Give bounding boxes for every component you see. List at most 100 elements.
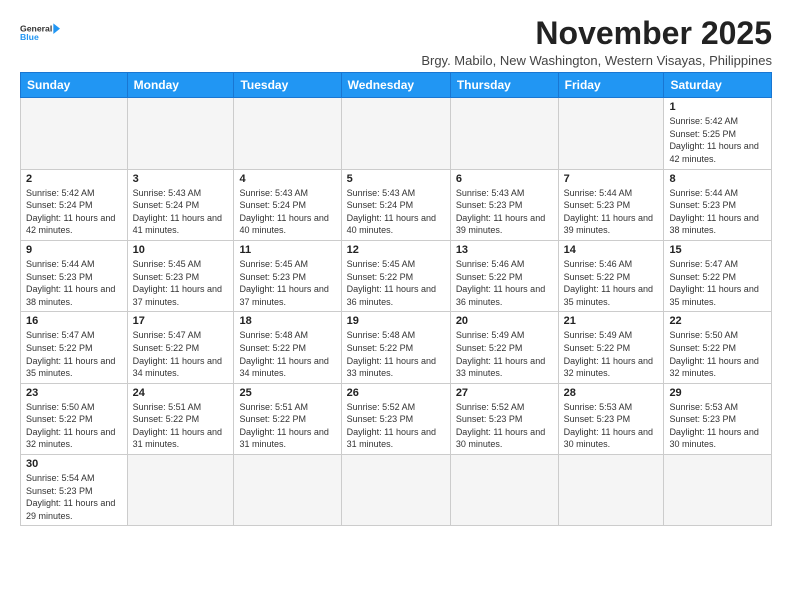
day-info: Sunrise: 5:44 AMSunset: 5:23 PMDaylight:… — [564, 187, 659, 237]
calendar-cell: 22 Sunrise: 5:50 AMSunset: 5:22 PMDayligh… — [664, 312, 772, 383]
day-number: 16 — [26, 315, 122, 327]
calendar-week-3: 16 Sunrise: 5:47 AMSunset: 5:22 PMDayligh… — [21, 312, 772, 383]
day-number: 10 — [133, 244, 229, 256]
day-number: 28 — [564, 387, 659, 399]
calendar-cell: 18Sunrise: 5:48 AMSunset: 5:22 PMDayligh… — [234, 312, 341, 383]
day-info: Sunrise: 5:45 AMSunset: 5:22 PMDaylight:… — [347, 258, 445, 308]
calendar-table: SundayMondayTuesdayWednesdayThursdayFrid… — [20, 72, 772, 526]
calendar-cell — [234, 98, 341, 169]
day-number: 3 — [133, 173, 229, 185]
col-header-wednesday: Wednesday — [341, 73, 450, 98]
logo-svg: General Blue — [20, 22, 60, 42]
day-number: 18 — [239, 315, 335, 327]
calendar-week-1: 2Sunrise: 5:42 AMSunset: 5:24 PMDaylight… — [21, 169, 772, 240]
calendar-cell: 29Sunrise: 5:53 AMSunset: 5:23 PMDayligh… — [664, 383, 772, 454]
day-info: Sunrise: 5:50 AMSunset: 5:22 PMDaylight:… — [669, 329, 766, 379]
day-number: 15 — [669, 244, 766, 256]
calendar-cell: 12 Sunrise: 5:45 AMSunset: 5:22 PMDayligh… — [341, 240, 450, 311]
calendar-cell: 26 Sunrise: 5:52 AMSunset: 5:23 PMDayligh… — [341, 383, 450, 454]
day-info: Sunrise: 5:47 AMSunset: 5:22 PMDaylight:… — [133, 329, 229, 379]
calendar-cell — [664, 455, 772, 526]
day-number: 24 — [133, 387, 229, 399]
svg-text:Blue: Blue — [20, 32, 39, 42]
day-number: 8 — [669, 173, 766, 185]
col-header-saturday: Saturday — [664, 73, 772, 98]
month-title: November 2025 — [421, 16, 772, 51]
day-number: 1 — [669, 101, 766, 113]
day-number: 9 — [26, 244, 122, 256]
day-number: 22 — [669, 315, 766, 327]
calendar-cell: 20Sunrise: 5:49 AMSunset: 5:22 PMDayligh… — [450, 312, 558, 383]
day-info: Sunrise: 5:47 AMSunset: 5:22 PMDaylight:… — [26, 329, 122, 379]
day-info: Sunrise: 5:49 AMSunset: 5:22 PMDaylight:… — [564, 329, 659, 379]
calendar-week-5: 30Sunrise: 5:54 AMSunset: 5:23 PMDayligh… — [21, 455, 772, 526]
calendar-cell: 7 Sunrise: 5:44 AMSunset: 5:23 PMDaylight… — [558, 169, 664, 240]
calendar-cell: 30Sunrise: 5:54 AMSunset: 5:23 PMDayligh… — [21, 455, 128, 526]
day-info: Sunrise: 5:42 AMSunset: 5:25 PMDaylight:… — [669, 115, 766, 165]
day-info: Sunrise: 5:44 AMSunset: 5:23 PMDaylight:… — [669, 187, 766, 237]
day-number: 27 — [456, 387, 553, 399]
calendar-cell: 24 Sunrise: 5:51 AMSunset: 5:22 PMDayligh… — [127, 383, 234, 454]
col-header-thursday: Thursday — [450, 73, 558, 98]
day-number: 25 — [239, 387, 335, 399]
calendar-cell — [341, 455, 450, 526]
day-info: Sunrise: 5:45 AMSunset: 5:23 PMDaylight:… — [239, 258, 335, 308]
col-header-tuesday: Tuesday — [234, 73, 341, 98]
day-info: Sunrise: 5:46 AMSunset: 5:22 PMDaylight:… — [456, 258, 553, 308]
day-number: 14 — [564, 244, 659, 256]
day-info: Sunrise: 5:43 AMSunset: 5:24 PMDaylight:… — [133, 187, 229, 237]
calendar-cell — [127, 455, 234, 526]
calendar-week-2: 9 Sunrise: 5:44 AMSunset: 5:23 PMDaylight… — [21, 240, 772, 311]
calendar-cell — [234, 455, 341, 526]
day-info: Sunrise: 5:51 AMSunset: 5:22 PMDaylight:… — [239, 401, 335, 451]
day-number: 2 — [26, 173, 122, 185]
day-number: 19 — [347, 315, 445, 327]
day-number: 23 — [26, 387, 122, 399]
calendar-cell: 27 Sunrise: 5:52 AMSunset: 5:23 PMDayligh… — [450, 383, 558, 454]
location-subtitle: Brgy. Mabilo, New Washington, Western Vi… — [421, 53, 772, 68]
col-header-sunday: Sunday — [21, 73, 128, 98]
calendar-cell — [341, 98, 450, 169]
calendar-cell: 28 Sunrise: 5:53 AMSunset: 5:23 PMDayligh… — [558, 383, 664, 454]
day-info: Sunrise: 5:44 AMSunset: 5:23 PMDaylight:… — [26, 258, 122, 308]
calendar-cell: 5 Sunrise: 5:43 AMSunset: 5:24 PMDaylight… — [341, 169, 450, 240]
day-number: 30 — [26, 458, 122, 470]
calendar-cell: 3 Sunrise: 5:43 AMSunset: 5:24 PMDaylight… — [127, 169, 234, 240]
calendar-cell: 13Sunrise: 5:46 AMSunset: 5:22 PMDayligh… — [450, 240, 558, 311]
calendar-cell — [558, 98, 664, 169]
calendar-cell: 9 Sunrise: 5:44 AMSunset: 5:23 PMDaylight… — [21, 240, 128, 311]
day-info: Sunrise: 5:46 AMSunset: 5:22 PMDaylight:… — [564, 258, 659, 308]
day-number: 5 — [347, 173, 445, 185]
day-info: Sunrise: 5:52 AMSunset: 5:23 PMDaylight:… — [347, 401, 445, 451]
calendar-cell: 6Sunrise: 5:43 AMSunset: 5:23 PMDaylight… — [450, 169, 558, 240]
calendar-cell: 4 Sunrise: 5:43 AMSunset: 5:24 PMDaylight… — [234, 169, 341, 240]
calendar-cell: 15 Sunrise: 5:47 AMSunset: 5:22 PMDayligh… — [664, 240, 772, 311]
day-info: Sunrise: 5:48 AMSunset: 5:22 PMDaylight:… — [347, 329, 445, 379]
day-number: 20 — [456, 315, 553, 327]
day-info: Sunrise: 5:43 AMSunset: 5:24 PMDaylight:… — [239, 187, 335, 237]
calendar-week-4: 23Sunrise: 5:50 AMSunset: 5:22 PMDayligh… — [21, 383, 772, 454]
day-info: Sunrise: 5:45 AMSunset: 5:23 PMDaylight:… — [133, 258, 229, 308]
col-header-friday: Friday — [558, 73, 664, 98]
page-header: General Blue November 2025 Brgy. Mabilo,… — [20, 16, 772, 68]
day-info: Sunrise: 5:43 AMSunset: 5:23 PMDaylight:… — [456, 187, 553, 237]
day-number: 7 — [564, 173, 659, 185]
day-info: Sunrise: 5:52 AMSunset: 5:23 PMDaylight:… — [456, 401, 553, 451]
calendar-cell: 10 Sunrise: 5:45 AMSunset: 5:23 PMDayligh… — [127, 240, 234, 311]
calendar-cell: 2Sunrise: 5:42 AMSunset: 5:24 PMDaylight… — [21, 169, 128, 240]
calendar-cell — [127, 98, 234, 169]
calendar-cell: 16 Sunrise: 5:47 AMSunset: 5:22 PMDayligh… — [21, 312, 128, 383]
day-number: 12 — [347, 244, 445, 256]
day-number: 17 — [133, 315, 229, 327]
day-number: 29 — [669, 387, 766, 399]
calendar-cell — [450, 98, 558, 169]
day-info: Sunrise: 5:53 AMSunset: 5:23 PMDaylight:… — [564, 401, 659, 451]
day-number: 26 — [347, 387, 445, 399]
calendar-cell: 21Sunrise: 5:49 AMSunset: 5:22 PMDayligh… — [558, 312, 664, 383]
day-info: Sunrise: 5:51 AMSunset: 5:22 PMDaylight:… — [133, 401, 229, 451]
calendar-cell: 25 Sunrise: 5:51 AMSunset: 5:22 PMDayligh… — [234, 383, 341, 454]
day-number: 4 — [239, 173, 335, 185]
day-info: Sunrise: 5:43 AMSunset: 5:24 PMDaylight:… — [347, 187, 445, 237]
day-info: Sunrise: 5:47 AMSunset: 5:22 PMDaylight:… — [669, 258, 766, 308]
calendar-cell: 17 Sunrise: 5:47 AMSunset: 5:22 PMDayligh… — [127, 312, 234, 383]
